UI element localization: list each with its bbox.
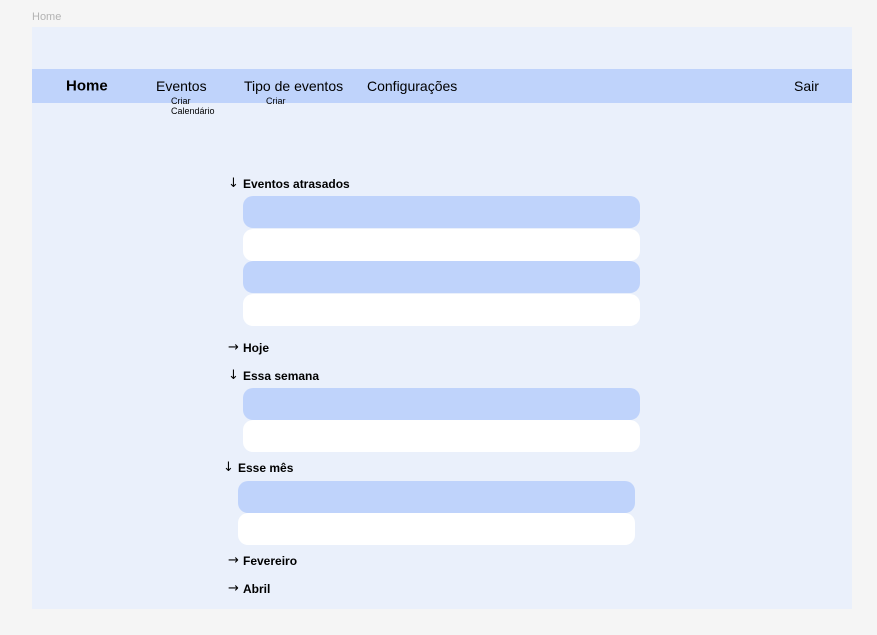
section-eventos-atrasados[interactable]: ↓ Eventos atrasados — [228, 176, 350, 191]
section-essa-semana[interactable]: ↓ Essa semana — [228, 368, 319, 383]
submenu-eventos-criar[interactable]: Criar — [171, 96, 215, 106]
top-navbar: Home Eventos Tipo de eventos Configuraçõ… — [32, 69, 852, 103]
section-esse-mes[interactable]: ↓ Esse mês — [223, 460, 293, 475]
event-row[interactable] — [243, 196, 640, 228]
section-fevereiro[interactable]: → Fevereiro — [228, 553, 297, 568]
event-row[interactable] — [238, 513, 635, 545]
section-label: Eventos atrasados — [243, 176, 350, 191]
event-row[interactable] — [243, 261, 640, 293]
event-row[interactable] — [243, 388, 640, 420]
submenu-tipos: Criar — [266, 96, 286, 106]
section-label: Fevereiro — [243, 553, 298, 568]
arrow-right-icon: → — [228, 340, 239, 355]
section-label: Esse mês — [238, 460, 294, 475]
arrow-right-icon: → — [228, 553, 239, 568]
event-row[interactable] — [243, 294, 640, 326]
section-label: Abril — [243, 581, 271, 596]
nav-home[interactable]: Home — [66, 78, 108, 95]
nav-eventos[interactable]: Eventos — [156, 78, 207, 94]
submenu-tipos-criar[interactable]: Criar — [266, 96, 286, 106]
chevron-down-icon: ↓ — [228, 368, 239, 383]
chevron-down-icon: ↓ — [228, 176, 239, 191]
event-row[interactable] — [243, 420, 640, 452]
submenu-eventos-calendario[interactable]: Calendário — [171, 106, 215, 116]
section-abril[interactable]: → Abril — [228, 581, 270, 596]
frame-label: Home — [32, 11, 62, 23]
nav-tipo-de-eventos[interactable]: Tipo de eventos — [244, 78, 343, 94]
chevron-down-icon: ↓ — [223, 460, 234, 475]
nav-sair[interactable]: Sair — [794, 78, 819, 94]
arrow-right-icon: → — [228, 581, 239, 596]
section-label: Hoje — [243, 340, 270, 355]
nav-configuracoes[interactable]: Configurações — [367, 78, 457, 94]
submenu-eventos: Criar Calendário — [171, 96, 215, 116]
home-frame: Home Eventos Tipo de eventos Configuraçõ… — [32, 27, 852, 609]
section-label: Essa semana — [243, 368, 320, 383]
event-row[interactable] — [243, 229, 640, 261]
section-hoje[interactable]: → Hoje — [228, 340, 269, 355]
event-row[interactable] — [238, 481, 635, 513]
